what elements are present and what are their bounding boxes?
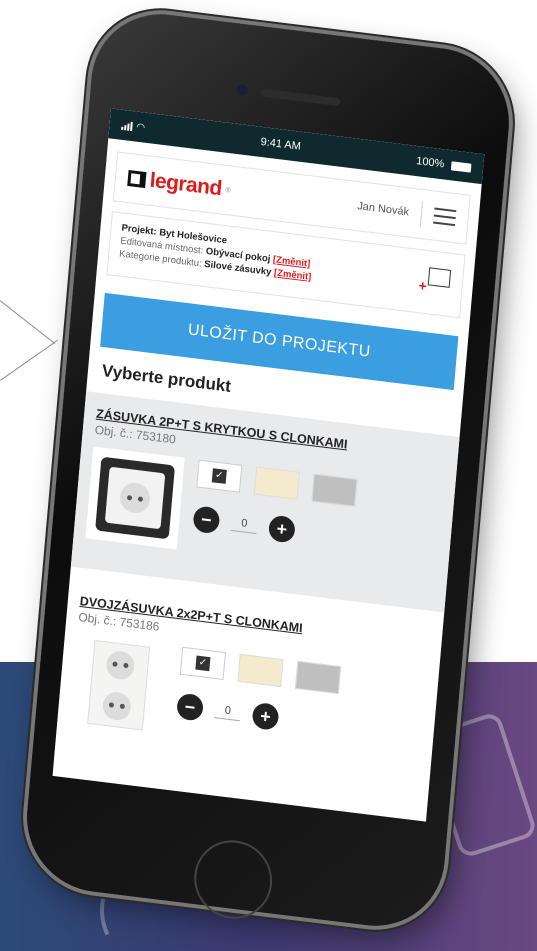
decorative-line	[0, 339, 58, 381]
hamburger-menu-icon[interactable]	[433, 207, 457, 227]
quantity-value[interactable]: 0	[214, 702, 242, 721]
user-area: Jan Novák	[356, 193, 457, 231]
header-divider	[419, 200, 424, 227]
color-swatch-grey[interactable]	[311, 473, 358, 507]
checkbox-checked-icon: ✓	[211, 468, 227, 484]
product-options: ✓ − 0 +	[174, 646, 342, 758]
phone-body: ◠ 9:41 AM 100% legrand ® Jan Novák Proje…	[21, 6, 515, 934]
registered-mark: ®	[225, 186, 232, 195]
color-swatches: ✓	[179, 646, 342, 695]
status-time: 9:41 AM	[260, 135, 302, 153]
quantity-stepper: − 0 +	[192, 505, 353, 550]
color-swatch-white[interactable]: ✓	[196, 459, 243, 493]
quantity-value[interactable]: 0	[230, 515, 258, 534]
add-photo-icon[interactable]	[427, 267, 452, 288]
earpiece-speaker	[260, 88, 341, 107]
plus-icon[interactable]: +	[267, 514, 296, 544]
minus-icon[interactable]: −	[175, 692, 205, 722]
legrand-logo[interactable]: legrand ®	[127, 166, 232, 203]
signal-icon	[121, 120, 133, 131]
minus-icon[interactable]: −	[192, 505, 221, 535]
user-name[interactable]: Jan Novák	[357, 200, 410, 218]
front-camera	[236, 83, 249, 96]
battery-indicator: 100%	[416, 155, 472, 174]
phone-screen: ◠ 9:41 AM 100% legrand ® Jan Novák Proje…	[52, 108, 485, 822]
battery-percent: 100%	[415, 154, 445, 171]
color-swatches: ✓	[196, 459, 358, 507]
checkbox-checked-icon: ✓	[195, 655, 211, 672]
color-swatch-ivory[interactable]	[253, 466, 300, 500]
socket-frame	[95, 456, 176, 540]
product-card: ZÁSUVKA 2P+T S KRYTKOU S CLONKAMI Obj. č…	[70, 391, 460, 613]
product-options: ✓ − 0 +	[191, 459, 358, 570]
color-swatch-ivory[interactable]	[237, 653, 284, 688]
socket-icon	[118, 481, 152, 515]
logo-text: legrand	[148, 168, 223, 201]
change-category-link[interactable]: [Změnit]	[274, 267, 312, 283]
battery-icon	[450, 160, 472, 173]
double-socket	[87, 640, 151, 731]
decorative-line	[0, 300, 56, 344]
plus-icon[interactable]: +	[251, 701, 280, 731]
wifi-icon: ◠	[135, 121, 146, 134]
quantity-stepper: − 0 +	[175, 692, 337, 738]
socket-icon	[101, 690, 133, 722]
product-card: DVOJZÁSUVKA 2x2P+T S CLONKAMI Obj. č.: 7…	[54, 579, 443, 800]
product-image[interactable]	[85, 446, 185, 550]
socket-icon	[105, 649, 136, 681]
product-image[interactable]	[68, 633, 169, 737]
legrand-logo-mark-icon	[127, 169, 147, 189]
color-swatch-white[interactable]: ✓	[179, 646, 226, 681]
color-swatch-grey[interactable]	[295, 660, 342, 695]
signal-area: ◠	[121, 119, 146, 133]
phone-mockup: ◠ 9:41 AM 100% legrand ® Jan Novák Proje…	[21, 6, 515, 934]
